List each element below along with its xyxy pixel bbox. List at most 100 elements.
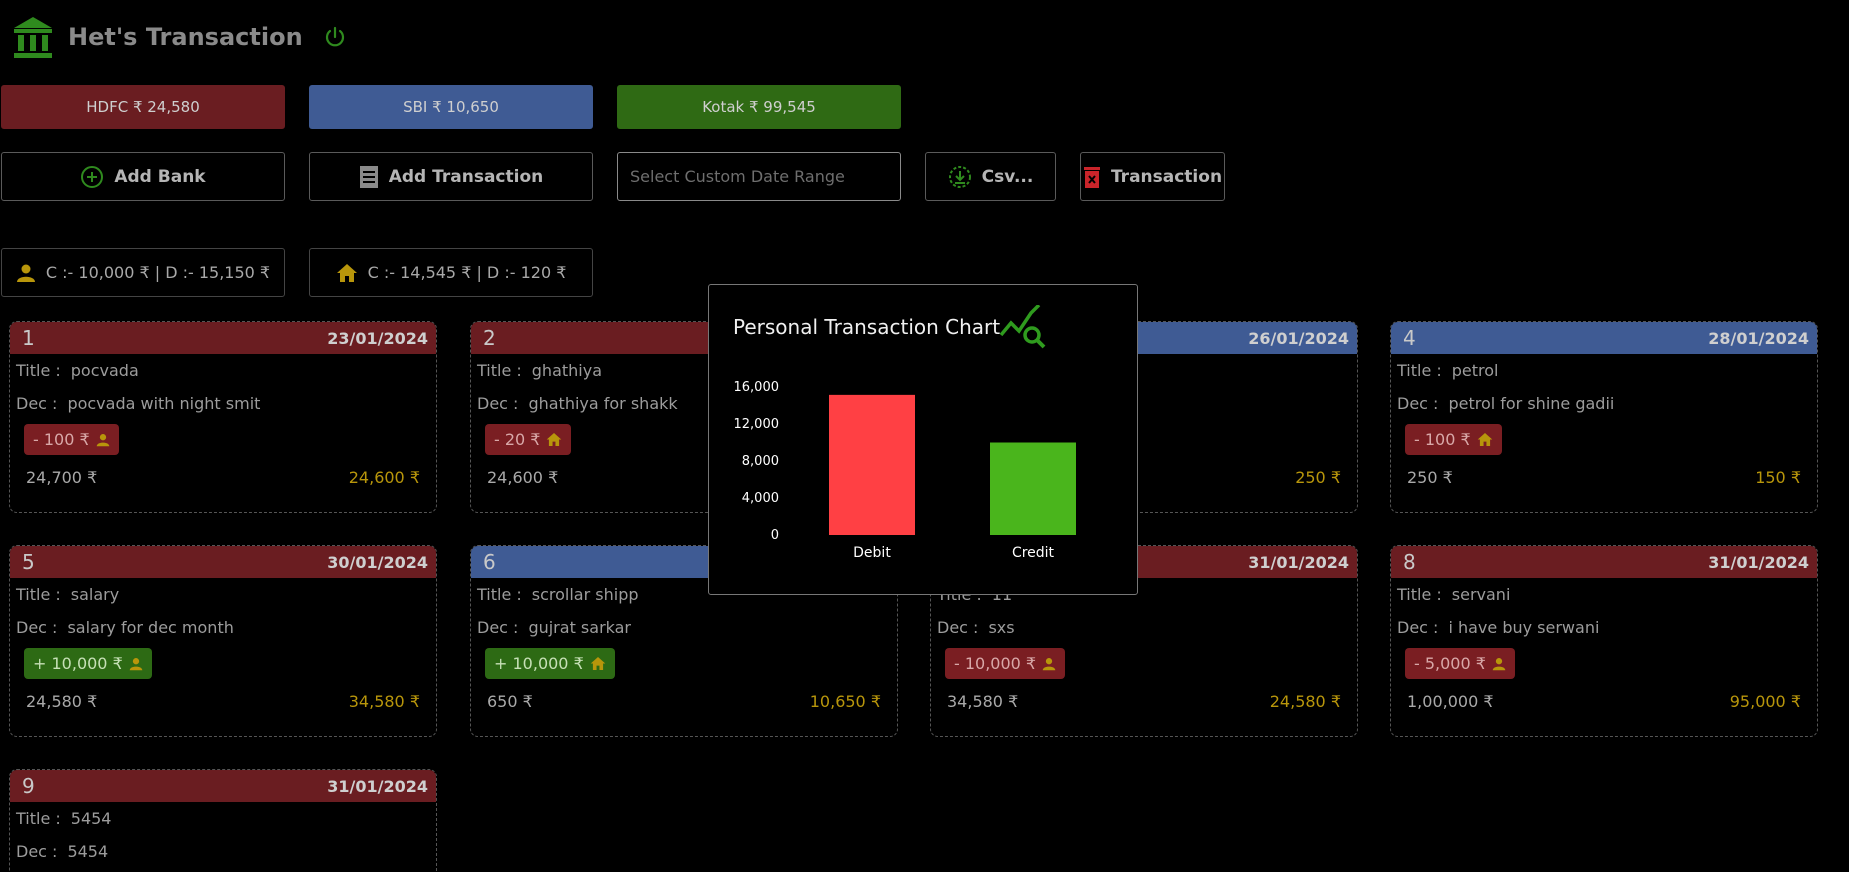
bar-debit[interactable]	[829, 394, 915, 535]
modal-title: Personal Transaction Chart	[733, 315, 1001, 339]
card-date: 31/01/2024	[1248, 552, 1349, 572]
card-description: Dec : salary for dec month	[10, 611, 436, 644]
y-tick-label: 0	[771, 528, 779, 543]
bank-button-sbi[interactable]: SBI ₹ 10,650	[309, 85, 593, 129]
card-title-value: 5454	[70, 809, 112, 828]
add-transaction-button[interactable]: Add Transaction	[309, 152, 593, 201]
person-icon	[129, 657, 143, 670]
x-tick-label: Debit	[853, 545, 891, 561]
amount-badge: - 100 ₹	[24, 424, 119, 455]
balance-after: 150 ₹	[1755, 467, 1801, 487]
transaction-card[interactable]: 5 30/01/2024 Title : salary Dec : salary…	[9, 545, 437, 737]
card-date: 31/01/2024	[1708, 552, 1809, 572]
balance-after: 250 ₹	[1295, 467, 1341, 487]
transaction-card[interactable]: 8 31/01/2024 Title : servani Dec : i hav…	[1390, 545, 1818, 737]
card-title-label: Title :	[477, 361, 522, 380]
person-icon	[1042, 657, 1056, 670]
person-icon	[1492, 657, 1506, 670]
card-title-value: scrollar shipp	[531, 585, 639, 604]
card-description-value: gujrat sarkar	[528, 618, 632, 637]
card-description-value: pocvada with night smit	[67, 394, 261, 413]
y-tick-label: 12,000	[734, 417, 780, 432]
card-description: Dec : 5454	[10, 835, 436, 868]
csv-download-button[interactable]: Csv...	[925, 152, 1056, 201]
power-icon[interactable]	[323, 25, 347, 49]
card-number: 4	[1403, 326, 1416, 350]
card-title-value: servani	[1451, 585, 1511, 604]
card-description-label: Dec :	[16, 842, 58, 861]
chart-search-icon	[999, 305, 1046, 349]
card-description-value: petrol for shine gadii	[1448, 394, 1615, 413]
card-balance: 34,580 ₹ 24,580 ₹	[931, 679, 1357, 723]
card-title-label: Title :	[16, 361, 61, 380]
person-icon	[96, 433, 109, 446]
balance-after: 10,650 ₹	[809, 691, 881, 711]
balance-after: 24,600 ₹	[348, 467, 420, 487]
card-balance: 24,700 ₹ 24,600 ₹	[10, 455, 436, 499]
card-description-label: Dec :	[1397, 394, 1439, 413]
balance-after: 34,580 ₹	[348, 691, 420, 711]
card-title: Title : pocvada	[10, 354, 436, 387]
bank-button-hdfc[interactable]: HDFC ₹ 24,580	[1, 85, 285, 129]
card-header: 9 31/01/2024	[10, 770, 436, 802]
card-description: Dec : petrol for shine gadii	[1391, 387, 1817, 420]
amount-value: - 10,000 ₹	[954, 654, 1037, 673]
amount-value: - 5,000 ₹	[1414, 654, 1486, 673]
amount-badge: - 5,000 ₹	[1405, 648, 1515, 679]
card-description-label: Dec :	[16, 618, 58, 637]
bank-button-kotak[interactable]: Kotak ₹ 99,545	[617, 85, 901, 129]
home-icon	[547, 432, 562, 447]
card-title-value: petrol	[1451, 361, 1499, 380]
receipt-icon	[359, 165, 378, 188]
amount-badge: - 100 ₹	[1405, 424, 1502, 455]
card-title: Title : servani	[1391, 578, 1817, 611]
balance-before: 1,00,000 ₹	[1407, 691, 1494, 711]
card-title: Title : salary	[10, 578, 436, 611]
card-description: Dec : pocvada with night smit	[10, 387, 436, 420]
card-title-label: Title :	[1397, 585, 1442, 604]
transaction-card[interactable]: 9 31/01/2024 Title : 5454 Dec : 5454	[9, 769, 437, 872]
delete-transaction-button[interactable]: Transaction	[1080, 152, 1225, 201]
amount-value: + 10,000 ₹	[33, 654, 123, 673]
amount-value: + 10,000 ₹	[494, 654, 584, 673]
amount-value: - 100 ₹	[33, 430, 90, 449]
card-header: 5 30/01/2024	[10, 546, 436, 578]
app-title: Het's Transaction	[68, 23, 303, 51]
date-range-input[interactable]: Select Custom Date Range	[617, 152, 901, 201]
delete-icon	[1083, 166, 1100, 188]
transaction-label: Transaction	[1110, 166, 1223, 187]
card-description: Dec : i have buy serwani	[1391, 611, 1817, 644]
amount-badge: + 10,000 ₹	[485, 648, 615, 679]
card-description-value: 5454	[67, 842, 109, 861]
transaction-card[interactable]: 1 23/01/2024 Title : pocvada Dec : pocva…	[9, 321, 437, 513]
home-icon	[590, 656, 606, 671]
person-icon	[16, 264, 35, 282]
card-date: 28/01/2024	[1708, 328, 1809, 348]
card-number: 8	[1403, 550, 1416, 574]
card-number: 6	[483, 550, 496, 574]
card-header: 4 28/01/2024	[1391, 322, 1817, 354]
card-date: 30/01/2024	[327, 552, 428, 572]
card-balance: 650 ₹ 10,650 ₹	[471, 679, 897, 723]
card-description-label: Dec :	[477, 394, 519, 413]
add-bank-button[interactable]: Add Bank	[1, 152, 285, 201]
card-title-label: Title :	[1397, 361, 1442, 380]
card-description-value: ghathiya for shakk	[528, 394, 678, 413]
home-summary: C :- 14,545 ₹ | D :- 120 ₹	[309, 248, 593, 297]
card-title-value: ghathiya	[531, 361, 602, 380]
transaction-card[interactable]: 4 28/01/2024 Title : petrol Dec : petrol…	[1390, 321, 1818, 513]
home-icon	[1477, 432, 1492, 447]
card-description-value: i have buy serwani	[1448, 618, 1600, 637]
amount-value: - 100 ₹	[1414, 430, 1471, 449]
card-title-label: Title :	[477, 585, 522, 604]
home-icon	[336, 263, 357, 282]
card-description-label: Dec :	[937, 618, 979, 637]
bank-icon	[14, 17, 52, 58]
bar-credit[interactable]	[990, 442, 1076, 536]
csv-label: Csv...	[981, 166, 1034, 187]
card-description: Dec : sxs	[931, 611, 1357, 644]
balance-before: 24,600 ₹	[487, 467, 559, 487]
balance-before: 24,580 ₹	[26, 691, 98, 711]
add-bank-label: Add Bank	[114, 166, 206, 187]
balance-before: 34,580 ₹	[947, 691, 1019, 711]
